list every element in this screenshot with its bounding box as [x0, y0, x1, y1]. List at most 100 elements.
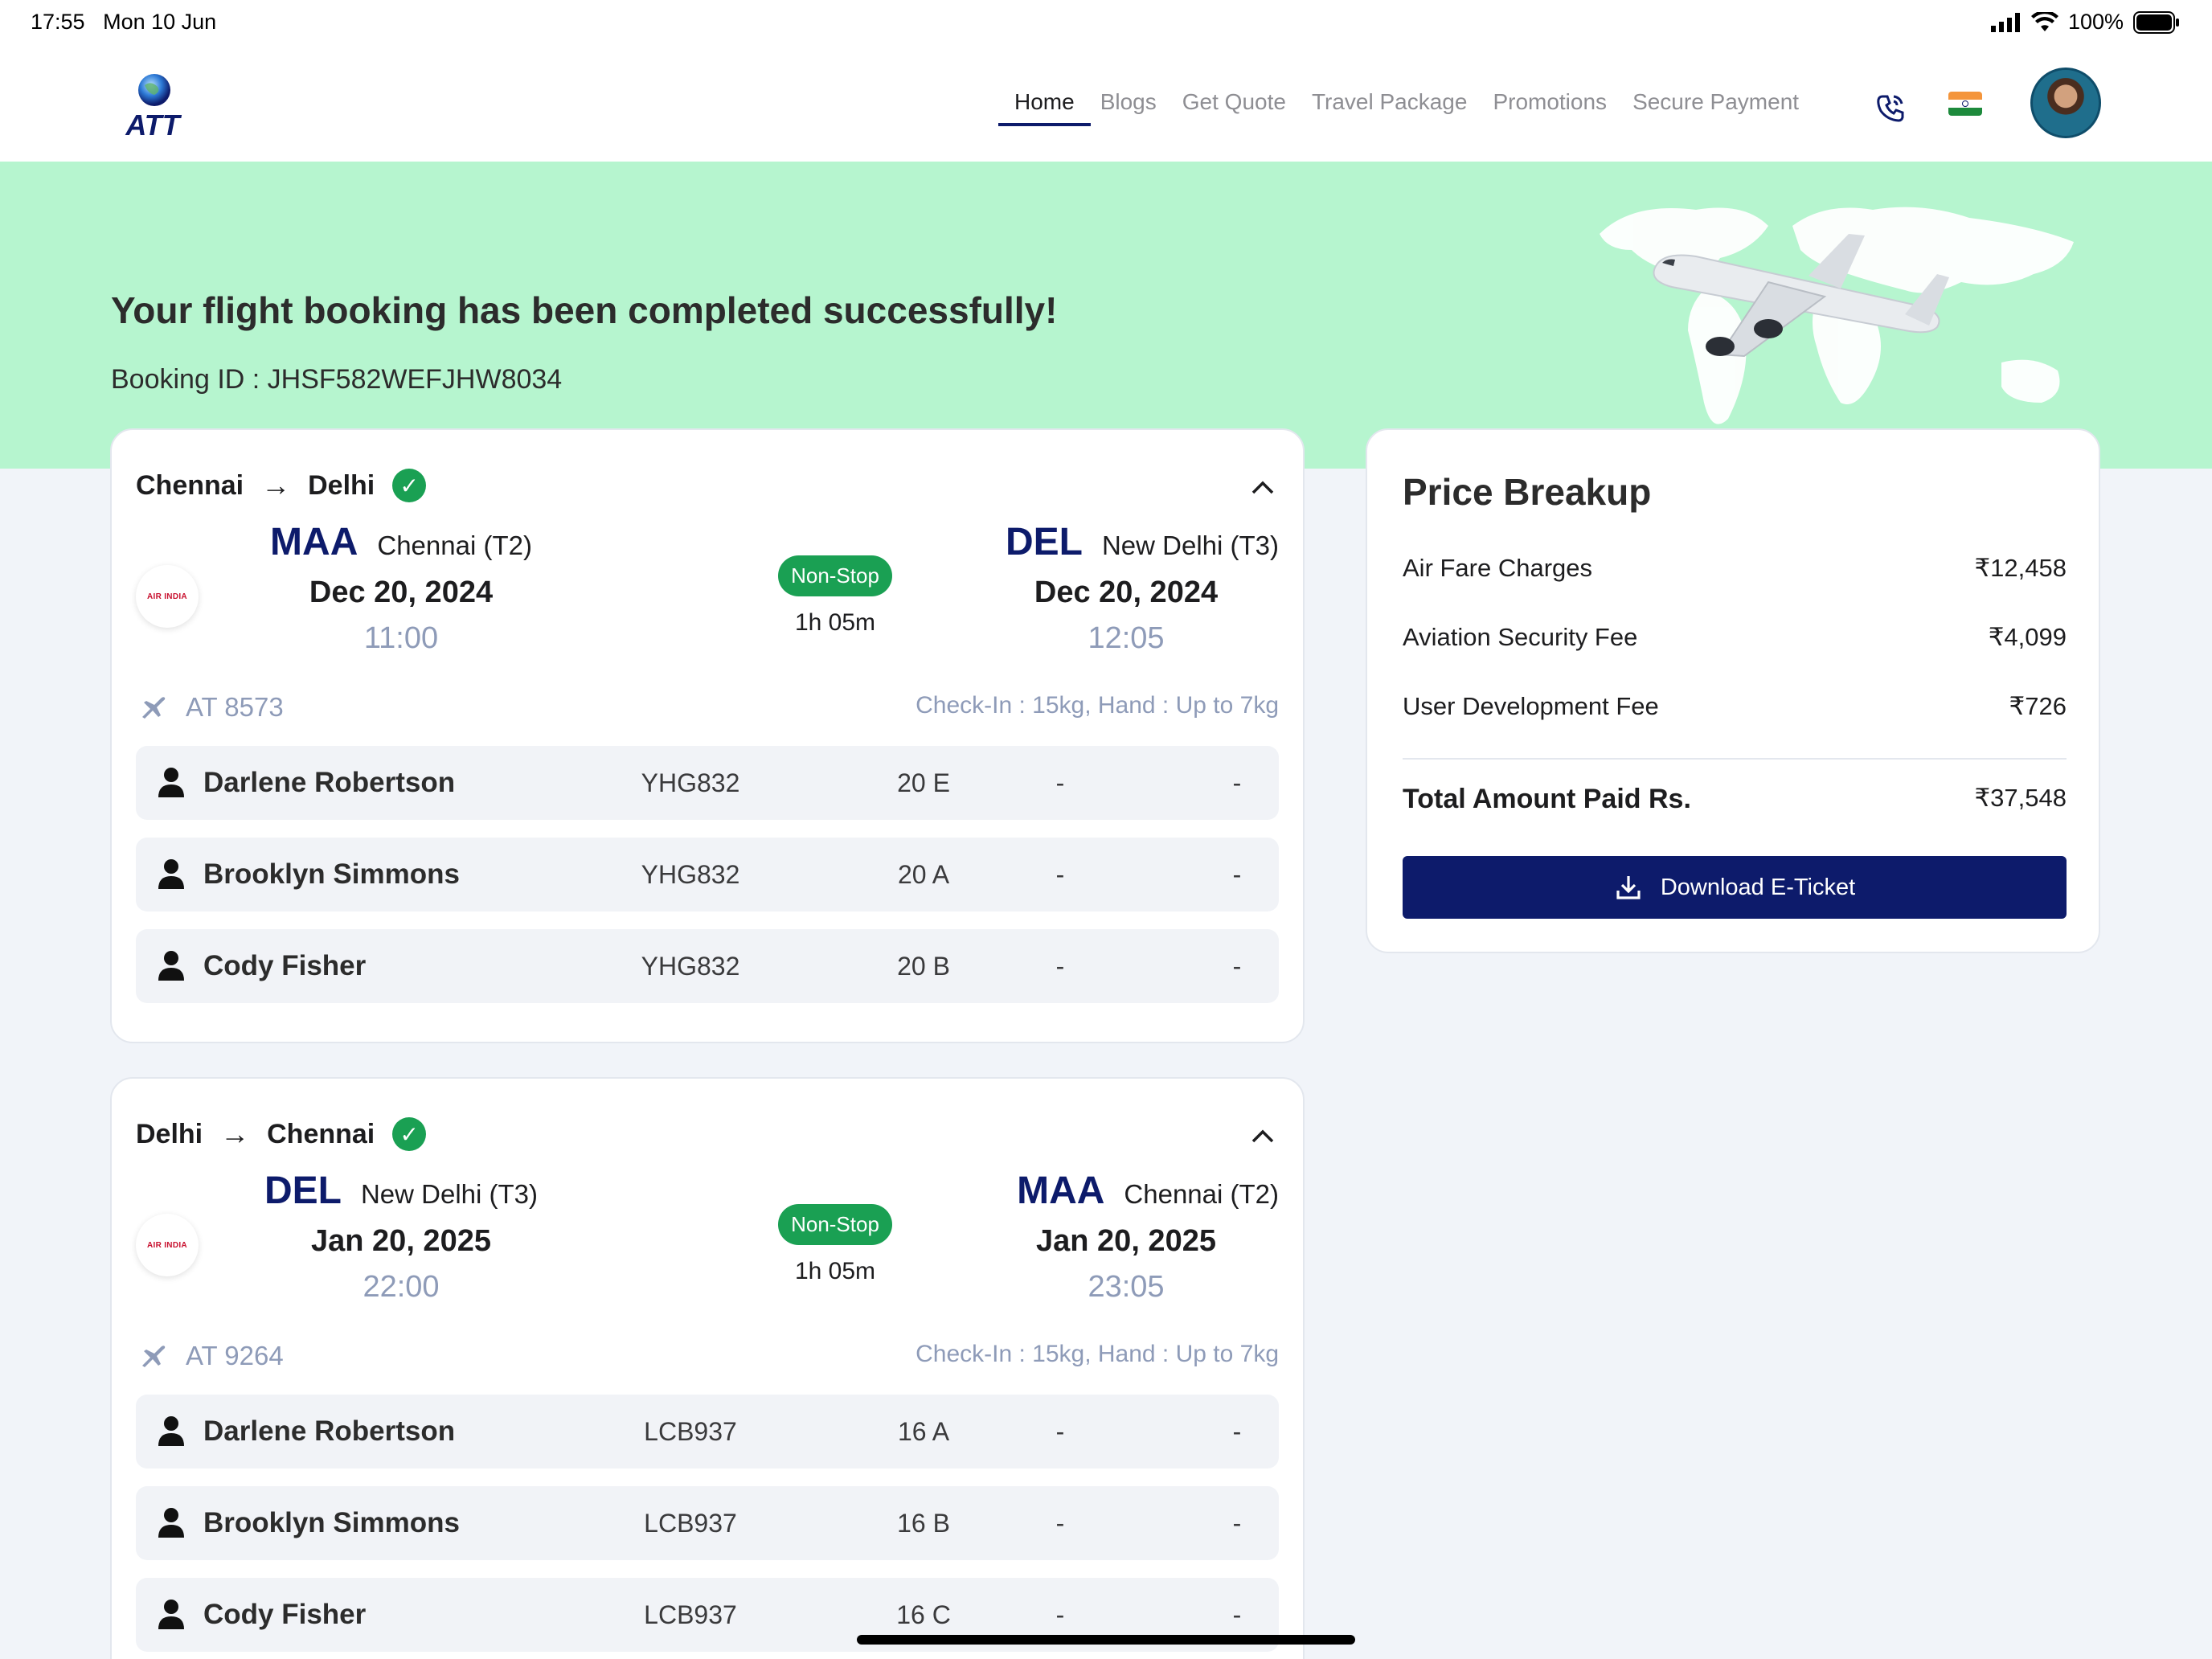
passenger-col-4: - [1055, 1600, 1065, 1629]
status-indicators: 100% [1990, 10, 2180, 35]
stop-info: Non-Stop 1h 05m [715, 555, 956, 637]
passenger-name: Darlene Robertson [203, 767, 456, 798]
avatar[interactable] [2030, 68, 2101, 138]
passenger-row: Brooklyn Simmons LCB937 16 B - - [136, 1486, 1279, 1560]
nav-travel-package[interactable]: Travel Package [1312, 89, 1468, 120]
battery-icon [2133, 10, 2179, 34]
status-time: 17:55 Mon 10 Jun [31, 10, 216, 35]
route-from: Chennai [136, 469, 244, 501]
passenger-col-5: - [1232, 768, 1242, 797]
non-stop-badge: Non-Stop [778, 1204, 892, 1245]
flight-card: Delhi → Chennai ✓ AIR INDIA DEL New Delh… [110, 1077, 1305, 1659]
logo-text: ATT [125, 109, 182, 140]
arr-city: Chennai (T2) [1124, 1179, 1279, 1209]
departure-block: DEL New Delhi (T3) Jan 20, 2025 22:00 [224, 1169, 578, 1305]
person-icon [158, 951, 184, 981]
air-india-logo: AIR INDIA [136, 1214, 199, 1276]
passenger-pnr: YHG832 [641, 768, 740, 797]
passenger-col-4: - [1055, 860, 1065, 889]
world-map-airplane-illustration [1600, 207, 2074, 424]
download-icon [1616, 876, 1641, 899]
arrival-block: DEL New Delhi (T3) Dec 20, 2024 12:05 [941, 520, 1279, 656]
nav-home[interactable]: Home [998, 89, 1091, 126]
price-label: User Development Fee [1403, 692, 1659, 720]
passenger-list: Darlene Robertson YHG832 20 E - - Brookl… [136, 746, 1279, 1021]
non-stop-badge: Non-Stop [778, 555, 892, 596]
dep-code: MAA [270, 521, 358, 563]
baggage-allowance: Check-In : 15kg, Hand : Up to 7kg [916, 692, 1279, 719]
price-breakup-title: Price Breakup [1403, 471, 1652, 513]
passenger-row: Cody Fisher YHG832 20 B - - [136, 929, 1279, 1003]
arr-time: 12:05 [1088, 621, 1165, 655]
passenger-pnr: LCB937 [644, 1417, 737, 1446]
globe-logo-icon: ATT [125, 74, 182, 141]
arrow-right-icon: → [220, 1117, 250, 1150]
passenger-row: Darlene Robertson YHG832 20 E - - [136, 746, 1279, 820]
home-indicator[interactable] [857, 1635, 1355, 1645]
total-label: Total Amount Paid Rs. [1403, 784, 1691, 814]
passenger-row: Darlene Robertson LCB937 16 A - - [136, 1395, 1279, 1469]
route-from: Delhi [136, 1118, 203, 1149]
person-icon [158, 1416, 184, 1446]
success-title: Your flight booking has been completed s… [111, 289, 1058, 331]
chevron-up-icon[interactable] [1247, 1120, 1279, 1153]
airplane-icon [142, 1346, 166, 1367]
passenger-col-5: - [1232, 1509, 1242, 1538]
nav-promotions[interactable]: Promotions [1493, 89, 1607, 120]
person-icon [158, 859, 184, 889]
passenger-seat: 16 B [897, 1509, 950, 1538]
route-header: Chennai → Delhi ✓ [136, 469, 427, 502]
passenger-col-4: - [1055, 952, 1065, 981]
passenger-seat: 20 E [897, 768, 950, 797]
passenger-seat: 20 A [897, 860, 950, 889]
passenger-list: Darlene Robertson LCB937 16 A - - Brookl… [136, 1395, 1279, 1659]
passenger-name: Darlene Robertson [203, 1415, 456, 1447]
passenger-name: Cody Fisher [203, 1599, 367, 1630]
passenger-name: Brooklyn Simmons [203, 1507, 460, 1538]
india-flag-icon[interactable] [1948, 92, 1982, 116]
passenger-pnr: LCB937 [644, 1509, 737, 1538]
price-row-user-development: User Development Fee ₹726 [1403, 692, 2067, 721]
arr-code: MAA [1017, 1169, 1105, 1212]
nav-get-quote[interactable]: Get Quote [1182, 89, 1286, 120]
person-icon [158, 1600, 184, 1629]
passenger-name: Brooklyn Simmons [203, 858, 460, 890]
nav-secure-payment[interactable]: Secure Payment [1632, 89, 1799, 120]
wifi-icon [2030, 11, 2058, 31]
dep-time: 22:00 [363, 1270, 440, 1304]
dep-date: Jan 20, 2025 [311, 1224, 491, 1258]
passenger-col-5: - [1232, 1600, 1242, 1629]
passenger-pnr: LCB937 [644, 1600, 737, 1629]
download-eticket-button[interactable]: Download E-Ticket [1403, 856, 2067, 919]
airplane-icon [142, 697, 166, 719]
price-divider [1403, 758, 2067, 760]
price-amount: ₹12,458 [1974, 554, 2067, 582]
passenger-seat: 20 B [897, 952, 950, 981]
download-label: Download E-Ticket [1660, 874, 1856, 900]
passenger-col-5: - [1232, 952, 1242, 981]
success-banner: Your flight booking has been completed s… [0, 162, 2212, 469]
att-logo[interactable]: ATT [113, 72, 193, 141]
verified-check-icon: ✓ [392, 469, 427, 502]
arrow-right-icon: → [261, 469, 291, 502]
passenger-col-4: - [1055, 1509, 1065, 1538]
dep-city: New Delhi (T3) [360, 1179, 539, 1209]
passenger-col-5: - [1232, 860, 1242, 889]
arrival-block: MAA Chennai (T2) Jan 20, 2025 23:05 [941, 1169, 1279, 1305]
departure-block: MAA Chennai (T2) Dec 20, 2024 11:00 [224, 520, 578, 656]
nav-blogs[interactable]: Blogs [1100, 89, 1157, 120]
passenger-pnr: YHG832 [641, 860, 740, 889]
price-total-row: Total Amount Paid Rs. ₹37,548 [1403, 784, 2067, 815]
arr-city: New Delhi (T3) [1101, 530, 1279, 560]
passenger-col-4: - [1055, 1417, 1065, 1446]
passenger-col-5: - [1232, 1417, 1242, 1446]
price-row-aviation-security: Aviation Security Fee ₹4,099 [1403, 623, 2067, 652]
price-row-air-fare: Air Fare Charges ₹12,458 [1403, 554, 2067, 583]
flight-duration: 1h 05m [794, 609, 876, 636]
phone-icon[interactable] [1871, 88, 1910, 127]
price-amount: ₹726 [2009, 692, 2067, 720]
dep-date: Dec 20, 2024 [309, 576, 494, 609]
price-label: Aviation Security Fee [1403, 623, 1638, 651]
chevron-up-icon[interactable] [1247, 472, 1279, 504]
passenger-pnr: YHG832 [641, 952, 740, 981]
